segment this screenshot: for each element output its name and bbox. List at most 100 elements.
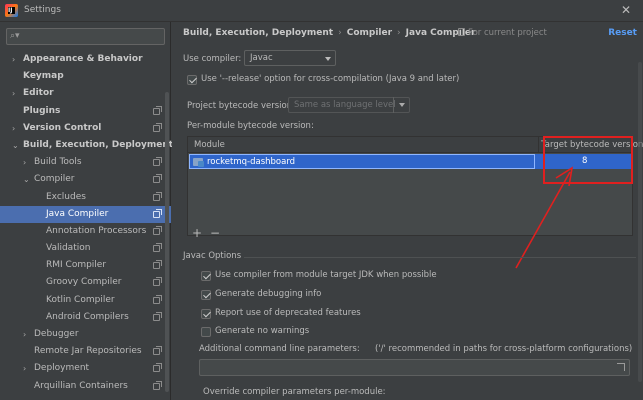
use-compiler-select[interactable]: Javac	[244, 50, 336, 66]
window-title: Settings	[24, 5, 61, 15]
project-scope-icon	[153, 191, 162, 201]
sidebar-item[interactable]: Annotation Processors	[0, 223, 171, 240]
chevron-right-icon[interactable]: ›	[23, 154, 26, 171]
sidebar-item-label: Appearance & Behavior	[23, 54, 143, 64]
project-scope-icon	[153, 174, 162, 184]
sidebar-item[interactable]: Validation	[0, 240, 171, 257]
use-compiler-label: Use compiler:	[183, 54, 242, 64]
sidebar-item[interactable]: RMI Compiler	[0, 257, 171, 274]
chevron-down-icon	[399, 103, 405, 107]
sidebar-item-label: Keymap	[23, 71, 64, 82]
project-scope-icon	[153, 260, 162, 270]
sidebar-item[interactable]: Keymap	[0, 68, 171, 85]
release-option-label: Use '--release' option for cross-compila…	[201, 74, 460, 84]
additional-params-label: Additional command line parameters:	[199, 344, 360, 354]
chevron-right-icon[interactable]: ›	[12, 120, 15, 137]
sidebar-item[interactable]: ⌄ Compiler	[0, 171, 171, 188]
additional-params-input[interactable]	[199, 359, 630, 376]
sidebar-item[interactable]: › Appearance & Behavior	[0, 51, 171, 68]
remove-module-button[interactable]: −	[210, 226, 220, 240]
search-input[interactable]: ⌕▾	[6, 28, 165, 45]
sidebar-item-label: Editor	[23, 88, 54, 99]
breadcrumb-build[interactable]: Build, Execution, Deployment	[183, 28, 333, 38]
chevron-down-icon	[325, 57, 331, 61]
sidebar-item[interactable]: ⌄ Build, Execution, Deployment	[0, 137, 174, 154]
chevron-down-icon[interactable]: ⌄	[12, 137, 19, 154]
sidebar-item[interactable]: › Version Control	[0, 120, 171, 137]
sidebar-item-label: Validation	[46, 243, 91, 254]
additional-params-hint: ('/' recommended in paths for cross-plat…	[375, 344, 633, 354]
sidebar-item-label: Java Compiler	[46, 208, 109, 219]
sidebar-item-label: RMI Compiler	[46, 260, 107, 271]
project-scope-icon	[153, 225, 162, 235]
project-bytecode-value: Same as language level	[294, 100, 396, 110]
sidebar-item[interactable]: › Editor	[0, 85, 171, 102]
sidebar-item-label: Debugger	[34, 329, 79, 339]
project-bytecode-label: Project bytecode version:	[187, 101, 295, 111]
javac-option-checkbox[interactable]	[201, 271, 211, 281]
sidebar-item[interactable]: Plugins	[0, 103, 171, 120]
module-folder-icon	[193, 158, 204, 167]
javac-option-checkbox[interactable]	[201, 327, 211, 337]
reset-link[interactable]: Reset	[608, 28, 637, 38]
project-scope-icon	[153, 208, 162, 218]
chevron-right-icon[interactable]: ›	[23, 360, 26, 377]
chevron-right-icon[interactable]: ›	[12, 85, 15, 102]
breadcrumb-compiler[interactable]: Compiler	[347, 28, 392, 38]
sidebar-item[interactable]: Android Compilers	[0, 309, 171, 326]
sidebar-item-label: Deployment	[34, 363, 90, 374]
content-scrollbar[interactable]	[638, 62, 642, 382]
javac-option-label: Report use of deprecated features	[215, 308, 361, 318]
chevron-right-icon[interactable]: ›	[12, 51, 15, 68]
chevron-right-icon[interactable]: ›	[23, 326, 26, 343]
sidebar-item-label: Version Control	[23, 122, 102, 133]
sidebar-item[interactable]: Kotlin Compiler	[0, 292, 171, 309]
expand-icon[interactable]	[617, 363, 625, 371]
javac-option-checkbox[interactable]	[201, 290, 211, 300]
breadcrumb-separator: ›	[397, 28, 401, 38]
javac-option-label: Generate debugging info	[215, 289, 322, 299]
project-scope-icon	[153, 277, 162, 287]
project-scope-icon	[153, 311, 162, 321]
release-option-checkbox[interactable]	[187, 75, 197, 85]
project-scope-icon	[153, 243, 162, 253]
override-params-label: Override compiler parameters per-module:	[203, 387, 386, 397]
sidebar-item[interactable]: Arquillian Containers	[0, 378, 171, 395]
sidebar-item-label: Build, Execution, Deployment	[23, 139, 174, 150]
sidebar-item[interactable]: Remote Jar Repositories	[0, 343, 171, 360]
project-scope-icon	[153, 157, 162, 167]
use-compiler-value: Javac	[250, 53, 273, 63]
project-scope-icon	[153, 294, 162, 304]
settings-content: Build, Execution, Deployment › Compiler › Ja…	[172, 22, 643, 400]
sidebar-item-label: Excludes	[46, 191, 86, 202]
sidebar-item-label: Plugins	[23, 105, 61, 116]
sidebar-item[interactable]: Java Compiler	[0, 205, 171, 223]
project-scope-icon	[153, 122, 162, 132]
sidebar-item-label: Arquillian Containers	[34, 380, 128, 391]
sidebar-item-label: Remote Jar Repositories	[34, 346, 142, 357]
sidebar-item-label: Build Tools	[34, 157, 82, 168]
project-scope-icon	[153, 380, 162, 390]
for-current-project-label: For current project	[458, 28, 547, 38]
annotation-arrow	[515, 166, 574, 269]
add-module-button[interactable]: +	[192, 226, 202, 240]
sidebar-scrollbar[interactable]	[165, 92, 169, 392]
intellij-app-icon: IJ	[5, 4, 18, 17]
title-bar: IJ Settings ✕	[0, 0, 643, 22]
javac-option-label: Use compiler from module target JDK when…	[215, 270, 437, 280]
project-scope-icon	[458, 28, 465, 36]
sidebar-item[interactable]: › Debugger	[0, 326, 171, 343]
sidebar-item[interactable]: › Build Tools	[0, 154, 171, 171]
chevron-down-icon[interactable]: ⌄	[23, 171, 30, 188]
sidebar-item[interactable]: › Deployment	[0, 360, 171, 377]
sidebar-item[interactable]: Groovy Compiler	[0, 274, 171, 291]
sidebar-item[interactable]: Excludes	[0, 189, 171, 206]
column-header-module[interactable]: Module	[194, 140, 225, 150]
breadcrumb-separator: ›	[338, 28, 342, 38]
sidebar-item-label: Android Compilers	[46, 311, 129, 322]
settings-sidebar: ⌕▾ › Appearance & Behavior Keymap › Editor Pl…	[0, 22, 174, 400]
sidebar-item-label: Groovy Compiler	[46, 277, 122, 288]
javac-option-checkbox[interactable]	[201, 309, 211, 319]
close-icon[interactable]: ✕	[621, 3, 631, 17]
project-bytecode-select[interactable]: Same as language level	[288, 97, 410, 113]
